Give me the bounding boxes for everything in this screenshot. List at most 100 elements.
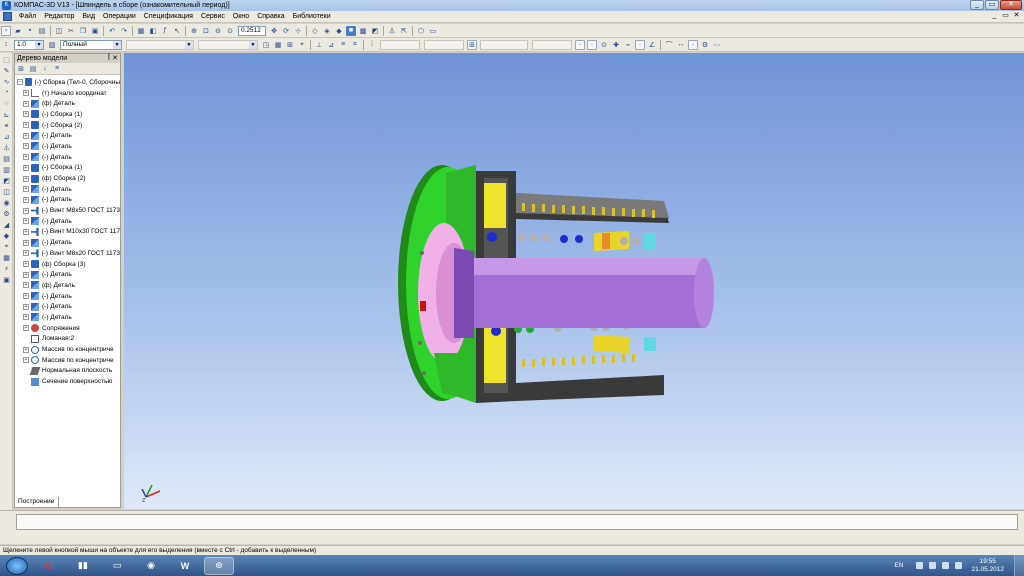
- explorer-folder-icon[interactable]: ▭: [102, 557, 132, 575]
- tree-item[interactable]: + Массив по концентриче: [15, 355, 120, 366]
- print-icon[interactable]: ▤: [37, 26, 47, 36]
- coord-x-field[interactable]: [380, 39, 420, 50]
- view-combo[interactable]: ▼: [198, 39, 258, 50]
- tolerance-icon[interactable]: ⌖: [2, 242, 11, 251]
- edit-assembly-icon[interactable]: ⬚: [2, 55, 11, 64]
- tree-item[interactable]: + (ф) Сборка (3): [15, 259, 120, 270]
- expand-icon[interactable]: +: [23, 239, 29, 246]
- start-button[interactable]: [6, 556, 28, 575]
- snap-grid-icon[interactable]: ⋅: [635, 39, 645, 50]
- expand-icon[interactable]: +: [23, 218, 29, 225]
- help-cursor-icon[interactable]: ↖: [172, 26, 182, 36]
- save-icon[interactable]: ▪: [25, 26, 35, 36]
- doc-minimize-button[interactable]: _: [990, 12, 999, 21]
- coord-z-field[interactable]: [480, 39, 528, 50]
- style-icon[interactable]: ▧: [47, 40, 57, 50]
- expand-icon[interactable]: +: [23, 111, 29, 118]
- marking-icon[interactable]: ◆: [2, 231, 11, 240]
- expand-icon[interactable]: +: [23, 271, 29, 278]
- tree-item[interactable]: + (-) Деталь: [15, 141, 120, 152]
- menu-editor[interactable]: Редактор: [40, 13, 78, 20]
- paste-icon[interactable]: ▣: [90, 26, 100, 36]
- language-indicator[interactable]: EN: [894, 562, 903, 569]
- tree-list-icon[interactable]: ≡: [52, 64, 62, 74]
- redo-icon[interactable]: ↷: [119, 26, 129, 36]
- network-icon[interactable]: [929, 562, 937, 569]
- curves-icon[interactable]: ∿: [2, 77, 11, 86]
- tree-item[interactable]: Нормальная плоскость: [15, 366, 120, 377]
- properties-icon[interactable]: ◧: [148, 26, 158, 36]
- document-icon[interactable]: [3, 12, 12, 21]
- tree-item[interactable]: + (-) Деталь: [15, 195, 120, 206]
- select-icon[interactable]: ⇱: [399, 26, 409, 36]
- reports-icon[interactable]: ▥: [2, 165, 11, 174]
- variables-icon[interactable]: ƒ: [160, 26, 170, 36]
- tree-item[interactable]: + (-) Деталь: [15, 152, 120, 163]
- volume-icon[interactable]: [942, 562, 950, 569]
- tree-item[interactable]: + (-) Деталь: [15, 269, 120, 280]
- constraint-icon[interactable]: ⌗: [350, 40, 360, 50]
- show-desktop-button[interactable]: [1014, 555, 1024, 576]
- shaded-edges-icon[interactable]: ▩: [358, 26, 368, 36]
- grid-icon[interactable]: ▦: [273, 40, 283, 50]
- spec-icon[interactable]: ▤: [2, 154, 11, 163]
- tree-filter-icon[interactable]: ▤: [28, 64, 38, 74]
- menu-libraries[interactable]: Библиотеки: [289, 13, 335, 20]
- new-document-icon[interactable]: ▫: [1, 25, 11, 36]
- expand-icon[interactable]: +: [23, 175, 29, 182]
- expand-icon[interactable]: +: [23, 325, 29, 332]
- snap-dim-icon[interactable]: ↔: [676, 40, 686, 50]
- expand-icon[interactable]: +: [23, 154, 29, 161]
- close-icon[interactable]: ✕: [112, 54, 118, 63]
- word-icon[interactable]: W: [170, 557, 200, 575]
- expand-icon[interactable]: +: [23, 250, 29, 257]
- tree-item[interactable]: + (ф) Сборка (2): [15, 173, 120, 184]
- expand-icon[interactable]: +: [23, 132, 29, 139]
- tree-item[interactable]: + (т) Начало координат: [15, 88, 120, 99]
- tree-item[interactable]: + (-) Сборка (1): [15, 163, 120, 174]
- local-cs-icon[interactable]: ⌖: [297, 40, 307, 50]
- auxiliary-geometry-icon[interactable]: ⊾: [2, 110, 11, 119]
- expand-icon[interactable]: +: [23, 303, 29, 310]
- param-icon[interactable]: ≡: [338, 40, 348, 50]
- rotate-icon[interactable]: ⟳: [281, 26, 291, 36]
- expand-icon[interactable]: +: [23, 196, 29, 203]
- library-tools-icon[interactable]: ▣: [2, 275, 11, 284]
- doc-restore-button[interactable]: ▭: [1001, 12, 1010, 21]
- thin-lines-icon[interactable]: ◆: [334, 26, 344, 36]
- measure-icon[interactable]: ⊿: [326, 40, 336, 50]
- properties-field[interactable]: [16, 514, 1018, 530]
- filters-icon[interactable]: ⏃: [2, 143, 11, 152]
- collapse-icon[interactable]: −: [17, 79, 23, 86]
- hidden-lines-icon[interactable]: ◈: [322, 26, 332, 36]
- scale-combo[interactable]: 1.0 ▼: [14, 39, 44, 50]
- flag-icon[interactable]: [955, 562, 963, 569]
- fasteners-icon[interactable]: ⚙: [2, 209, 11, 218]
- orientation-icon[interactable]: ⊹: [293, 26, 303, 36]
- pan-icon[interactable]: ✥: [269, 26, 279, 36]
- tree-item[interactable]: − (-) Сборка (Тел-0, Сборочны: [15, 77, 120, 88]
- zoom-in-icon[interactable]: ⊕: [189, 26, 199, 36]
- menu-window[interactable]: Окно: [229, 13, 253, 20]
- tree-item[interactable]: + (-) Винт М8х50 ГОСТ 1173: [15, 205, 120, 216]
- sketch-icon[interactable]: ✎: [2, 66, 11, 75]
- tree-item[interactable]: + (-) Деталь: [15, 184, 120, 195]
- tree-item[interactable]: + (-) Винт М10х30 ГОСТ 117: [15, 227, 120, 238]
- tree-item[interactable]: + (-) Сборка (1): [15, 109, 120, 120]
- clock[interactable]: 19:55 21.05.2012: [971, 558, 1004, 574]
- component-icon[interactable]: ⬡: [416, 26, 426, 36]
- menu-view[interactable]: Вид: [78, 13, 99, 20]
- expand-icon[interactable]: +: [23, 143, 29, 150]
- wireframe-icon[interactable]: ◇: [310, 26, 320, 36]
- scale-icon[interactable]: ↕: [1, 40, 11, 50]
- expand-icon[interactable]: +: [23, 346, 29, 353]
- kompas-task-icon[interactable]: ⊛: [204, 556, 234, 575]
- snap-toggle-icon[interactable]: ⊞: [467, 39, 477, 50]
- menu-specification[interactable]: Спецификация: [140, 13, 197, 20]
- tree-item[interactable]: + (-) Деталь: [15, 301, 120, 312]
- zoom-out-icon[interactable]: ⊖: [213, 26, 223, 36]
- surfaces-icon[interactable]: ◔: [2, 88, 11, 97]
- coord-y-field[interactable]: [424, 39, 464, 50]
- expand-icon[interactable]: +: [23, 261, 29, 268]
- media-player-icon[interactable]: ▮▮: [68, 557, 98, 575]
